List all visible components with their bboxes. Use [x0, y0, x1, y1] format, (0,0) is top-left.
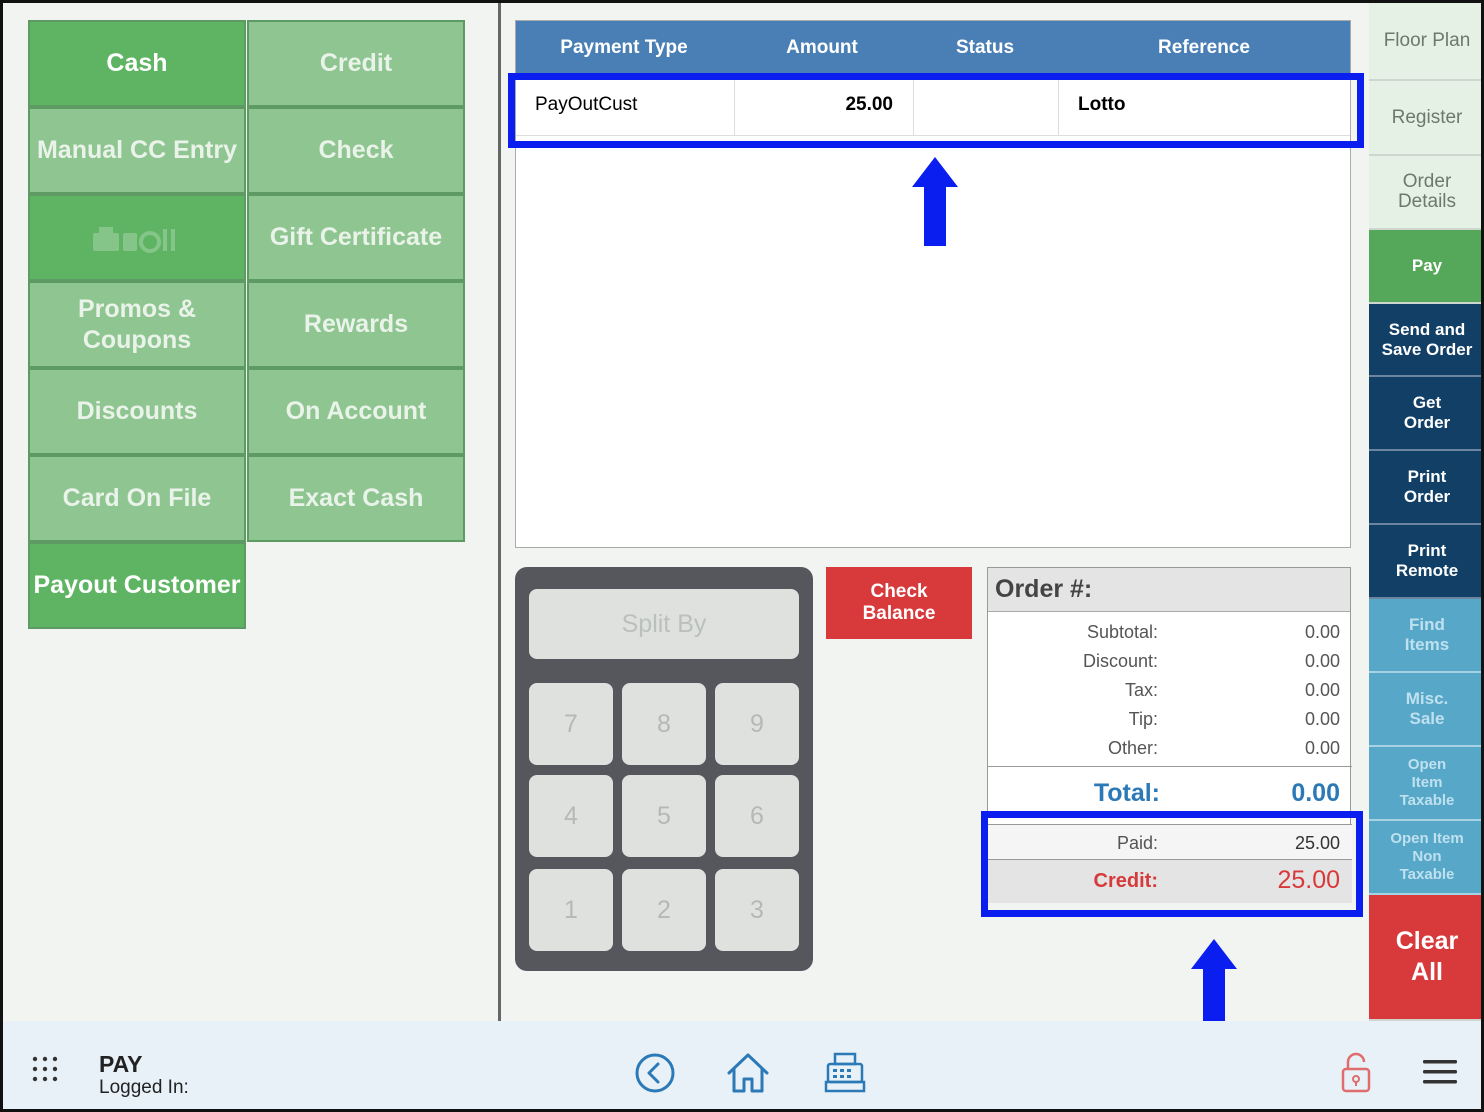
manual-cc-entry-button[interactable]: Manual CC Entry: [28, 107, 246, 194]
find-items-label: Find Items: [1404, 615, 1450, 654]
key-8[interactable]: 8: [622, 683, 706, 765]
apps-grid-icon[interactable]: [31, 1055, 59, 1083]
paid-credit-highlight-box: [981, 811, 1363, 917]
header-payment-type: Payment Type: [560, 36, 688, 58]
panel-divider: [498, 3, 501, 1021]
tip-value: 0.00: [1304, 709, 1340, 729]
on-account-button[interactable]: On Account: [247, 368, 465, 455]
bottom-bar: PAY Logged In:: [3, 1021, 1481, 1109]
home-icon[interactable]: [725, 1051, 771, 1095]
floor-plan-label: Floor Plan: [1383, 30, 1471, 51]
tip-row: Tip: 0.00: [988, 705, 1352, 734]
check-button[interactable]: Check: [247, 107, 465, 194]
header-status: Status: [955, 36, 1015, 58]
subtotal-label: Subtotal:: [1086, 622, 1158, 642]
credit-button[interactable]: Credit: [247, 20, 465, 107]
cash-button[interactable]: Cash: [28, 20, 246, 107]
other-row: Other: 0.00: [988, 734, 1352, 763]
check-balance-label: Check Balance: [862, 581, 936, 624]
print-order-button[interactable]: Print Order: [1369, 451, 1481, 525]
total-value: 0.00: [1291, 779, 1340, 807]
floor-plan-button[interactable]: Floor Plan: [1369, 3, 1481, 81]
menu-icon[interactable]: [1421, 1057, 1459, 1087]
get-order-label: Get Order: [1403, 393, 1451, 432]
order-details-button[interactable]: Order Details: [1369, 156, 1481, 230]
pay-label: Pay: [1411, 256, 1443, 275]
get-order-button[interactable]: Get Order: [1369, 377, 1481, 451]
tax-value: 0.00: [1304, 680, 1340, 700]
register-icon[interactable]: [823, 1051, 867, 1095]
key-7[interactable]: 7: [529, 683, 613, 765]
promos-coupons-button[interactable]: Promos & Coupons: [28, 281, 246, 368]
discount-value: 0.00: [1304, 651, 1340, 671]
order-number-title: Order #:: [988, 568, 1350, 612]
open-item-taxable-button[interactable]: Open Item Taxable: [1369, 747, 1481, 821]
find-items-button[interactable]: Find Items: [1369, 599, 1481, 673]
subtotal-row: Subtotal: 0.00: [988, 618, 1352, 647]
send-save-order-button[interactable]: Send and Save Order: [1369, 304, 1481, 377]
send-save-order-label: Send and Save Order: [1381, 319, 1473, 359]
exact-cash-button[interactable]: Exact Cash: [247, 455, 465, 542]
pay-screen: Cash Credit Manual CC Entry Check Gift C…: [0, 0, 1484, 1112]
gift-certificate-button[interactable]: Gift Certificate: [247, 194, 465, 281]
open-item-non-taxable-button[interactable]: Open Item Non Taxable: [1369, 821, 1481, 895]
total-label: Total:: [1093, 779, 1160, 807]
clear-all-label: Clear All: [1395, 927, 1459, 986]
payments-table-header: Payment Type Amount Status Reference: [516, 21, 1350, 74]
lock-icon[interactable]: [1339, 1051, 1373, 1095]
tax-label: Tax:: [1124, 680, 1158, 700]
key-1[interactable]: 1: [529, 869, 613, 951]
subtotal-value: 0.00: [1304, 622, 1340, 642]
gift-card-button[interactable]: [28, 194, 246, 281]
key-5[interactable]: 5: [622, 775, 706, 857]
header-amount: Amount: [786, 36, 858, 58]
clear-all-button[interactable]: Clear All: [1369, 895, 1481, 1021]
register-label: Register: [1391, 106, 1463, 128]
check-balance-button[interactable]: Check Balance: [826, 567, 972, 639]
other-label: Other:: [1107, 738, 1158, 758]
tax-row: Tax: 0.00: [988, 676, 1352, 705]
print-remote-button[interactable]: Print Remote: [1369, 525, 1481, 599]
discount-row: Discount: 0.00: [988, 647, 1352, 676]
key-6[interactable]: 6: [715, 775, 799, 857]
order-details-label: Order Details: [1397, 171, 1457, 212]
gift-card-logo-icon: [93, 226, 175, 253]
key-4[interactable]: 4: [529, 775, 613, 857]
key-3[interactable]: 3: [715, 869, 799, 951]
split-by-button[interactable]: Split By: [529, 589, 799, 659]
key-2[interactable]: 2: [622, 869, 706, 951]
row-highlight-box: [508, 73, 1364, 148]
numeric-keypad: Split By 7 8 9 4 5 6 1 2 3: [515, 567, 813, 971]
key-9[interactable]: 9: [715, 683, 799, 765]
misc-sale-button[interactable]: Misc. Sale: [1369, 673, 1481, 747]
logged-in-label: Logged In:: [99, 1077, 189, 1098]
print-order-label: Print Order: [1403, 467, 1451, 506]
card-on-file-button[interactable]: Card On File: [28, 455, 246, 542]
print-remote-label: Print Remote: [1395, 541, 1459, 580]
up-arrow-icon: [912, 157, 958, 246]
other-value: 0.00: [1304, 738, 1340, 758]
payout-customer-button[interactable]: Payout Customer: [28, 542, 246, 629]
register-button[interactable]: Register: [1369, 81, 1481, 156]
screen-title: PAY: [99, 1051, 143, 1077]
misc-sale-label: Misc. Sale: [1405, 689, 1449, 728]
open-item-taxable-label: Open Item Taxable: [1399, 756, 1455, 809]
rewards-button[interactable]: Rewards: [247, 281, 465, 368]
back-icon[interactable]: [634, 1052, 676, 1094]
open-item-non-taxable-label: Open Item Non Taxable: [1390, 830, 1464, 883]
pay-button[interactable]: Pay: [1369, 230, 1481, 304]
discounts-button[interactable]: Discounts: [28, 368, 246, 455]
up-arrow-icon: [1191, 939, 1237, 1028]
tip-label: Tip:: [1128, 709, 1158, 729]
header-reference: Reference: [1158, 36, 1250, 58]
discount-label: Discount:: [1082, 651, 1158, 671]
